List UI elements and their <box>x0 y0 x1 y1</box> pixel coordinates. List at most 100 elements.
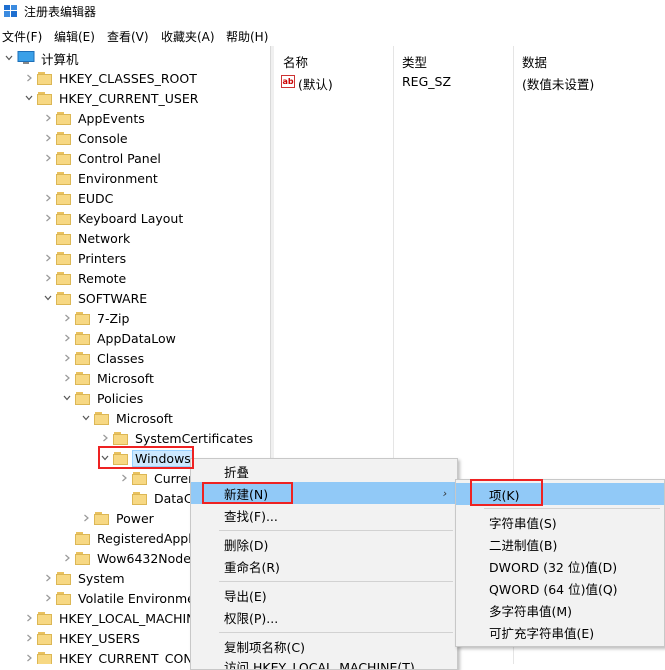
tree-node-label: Windows <box>132 449 194 467</box>
title-bar: 注册表编辑器 <box>0 0 665 24</box>
chevron-right-icon[interactable] <box>43 268 53 288</box>
chevron-right-icon[interactable] <box>43 148 53 168</box>
tree-node[interactable]: Printers <box>43 248 128 268</box>
column-header-type[interactable]: 类型 <box>402 52 427 71</box>
tree-node-label: Classes <box>97 350 145 366</box>
column-header-data[interactable]: 数据 <box>522 52 547 71</box>
chevron-right-icon[interactable] <box>43 108 53 128</box>
menu-item-delete[interactable]: 删除(D) <box>191 533 457 555</box>
tree-node[interactable]: Classes <box>62 348 146 368</box>
tree-node[interactable]: Keyboard Layout <box>43 208 185 228</box>
tree-node-label: SOFTWARE <box>78 290 148 306</box>
chevron-right-icon[interactable] <box>43 568 53 588</box>
tree-line <box>119 488 129 508</box>
tree-node[interactable]: Curren <box>119 468 198 488</box>
tree-node[interactable]: Network <box>43 228 132 248</box>
registry-editor-icon <box>4 5 17 17</box>
chevron-right-icon[interactable] <box>43 188 53 208</box>
tree-node[interactable]: Wow6432Node <box>62 548 193 568</box>
menu-item-multi-string-value[interactable]: 多字符串值(M) <box>456 599 664 621</box>
chevron-down-icon[interactable] <box>43 288 53 308</box>
tree-node[interactable]: SOFTWARE <box>43 288 149 308</box>
chevron-right-icon[interactable] <box>62 548 72 568</box>
chevron-right-icon[interactable] <box>43 588 53 608</box>
menu-item-access-hklm[interactable]: 访问 HKEY_LOCAL_MACHINE(T) <box>191 657 457 669</box>
chevron-right-icon[interactable] <box>62 328 72 348</box>
tree-node[interactable]: Policies <box>62 388 145 408</box>
tree-node-label: Power <box>116 510 154 526</box>
folder-icon <box>75 531 91 545</box>
folder-icon <box>56 271 72 285</box>
tree-node[interactable]: HKEY_USERS <box>24 628 142 648</box>
tree-node[interactable]: Volatile Environmen <box>43 588 205 608</box>
chevron-right-icon[interactable] <box>62 368 72 388</box>
menu-item-permissions[interactable]: 权限(P)... <box>191 606 457 628</box>
chevron-right-icon[interactable] <box>24 648 34 664</box>
column-header-name[interactable]: 名称 <box>283 52 308 71</box>
menu-favorites[interactable]: 收藏夹(A) <box>161 28 215 45</box>
chevron-right-icon[interactable] <box>119 468 129 488</box>
tree-node[interactable]: RegisteredApplic <box>62 528 204 548</box>
chevron-right-icon[interactable] <box>62 308 72 328</box>
tree-node[interactable]: Console <box>43 128 130 148</box>
folder-icon <box>56 251 72 265</box>
menu-item-copy-key-name[interactable]: 复制项名称(C) <box>191 635 457 657</box>
menu-item-string-value[interactable]: 字符串值(S) <box>456 511 664 533</box>
chevron-right-icon[interactable] <box>24 68 34 88</box>
menu-item-dword-value[interactable]: DWORD (32 位)值(D) <box>456 555 664 577</box>
tree-node[interactable]: Microsoft <box>81 408 175 428</box>
tree-node[interactable]: Windows <box>100 448 194 468</box>
tree-node-label: System <box>78 570 125 586</box>
chevron-right-icon[interactable] <box>24 628 34 648</box>
folder-icon <box>56 571 72 585</box>
menu-item-binary-value[interactable]: 二进制值(B) <box>456 533 664 555</box>
folder-icon <box>56 291 72 305</box>
menu-view[interactable]: 查看(V) <box>107 28 149 45</box>
tree-node[interactable]: Control Panel <box>43 148 163 168</box>
menu-item-expandable-string-value[interactable]: 可扩充字符串值(E) <box>456 621 664 643</box>
menu-edit[interactable]: 编辑(E) <box>54 28 95 45</box>
chevron-right-icon[interactable] <box>43 208 53 228</box>
menu-item-rename[interactable]: 重命名(R) <box>191 555 457 577</box>
folder-icon <box>37 71 53 85</box>
tree-node[interactable]: DataC <box>119 488 195 508</box>
menu-item-new[interactable]: 新建(N) › <box>191 482 457 504</box>
chevron-right-icon[interactable] <box>24 608 34 628</box>
chevron-right-icon[interactable] <box>43 128 53 148</box>
tree-node[interactable]: Power <box>81 508 156 528</box>
menu-item-collapse[interactable]: 折叠 <box>191 460 457 482</box>
folder-icon <box>56 591 72 605</box>
tree-node[interactable]: Environment <box>43 168 160 188</box>
tree-node-label: HKEY_CLASSES_ROOT <box>59 70 197 86</box>
folder-icon <box>132 471 148 485</box>
menu-help[interactable]: 帮助(H) <box>226 28 268 45</box>
tree-node[interactable]: EUDC <box>43 188 115 208</box>
chevron-down-icon[interactable] <box>100 448 110 468</box>
chevron-right-icon[interactable] <box>43 248 53 268</box>
chevron-right-icon[interactable] <box>62 348 72 368</box>
tree-node[interactable]: AppDataLow <box>62 328 178 348</box>
chevron-down-icon[interactable] <box>81 408 91 428</box>
menu-item-export[interactable]: 导出(E) <box>191 584 457 606</box>
chevron-right-icon[interactable] <box>100 428 110 448</box>
menu-item-qword-value[interactable]: QWORD (64 位)值(Q) <box>456 577 664 599</box>
tree-node[interactable]: HKEY_CLASSES_ROOT <box>24 68 199 88</box>
tree-node[interactable]: HKEY_LOCAL_MACHIN <box>24 608 198 628</box>
tree-node[interactable]: SystemCertificates <box>100 428 255 448</box>
tree-node[interactable]: AppEvents <box>43 108 147 128</box>
menu-file[interactable]: 文件(F) <box>2 28 42 45</box>
menu-item-find[interactable]: 查找(F)... <box>191 504 457 526</box>
tree-node[interactable]: HKEY_CURRENT_CONF <box>24 648 202 664</box>
chevron-down-icon[interactable] <box>62 388 72 408</box>
tree-node[interactable]: Microsoft <box>62 368 156 388</box>
menu-item-key[interactable]: 项(K) <box>456 483 664 505</box>
tree-node[interactable]: System <box>43 568 127 588</box>
tree-node[interactable]: Remote <box>43 268 128 288</box>
menu-separator <box>219 632 453 633</box>
chevron-down-icon[interactable] <box>4 48 14 68</box>
tree-node[interactable]: 7-Zip <box>62 308 131 328</box>
chevron-down-icon[interactable] <box>24 88 34 108</box>
tree-root-computer[interactable]: 计算机 <box>4 48 81 68</box>
tree-node[interactable]: HKEY_CURRENT_USER <box>24 88 200 108</box>
chevron-right-icon[interactable] <box>81 508 91 528</box>
